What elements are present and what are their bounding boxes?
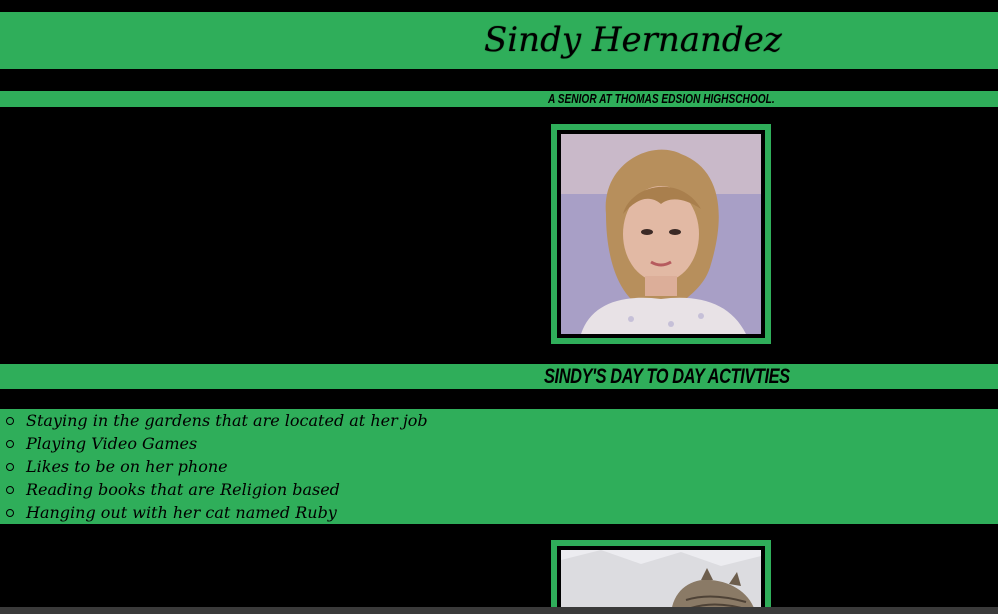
title-banner: Sindy Hernandez — [0, 12, 998, 69]
horizontal-scrollbar[interactable] — [0, 607, 998, 614]
portrait-photo — [561, 134, 761, 334]
list-item-text: Likes to be on her phone — [26, 457, 228, 476]
subtitle-banner: A senior at Thomas Edsion Highschool. — [0, 91, 998, 107]
list-item-text: Playing Video Games — [26, 434, 198, 453]
page-title: Sindy Hernandez — [484, 20, 782, 60]
list-item: Likes to be on her phone — [0, 455, 998, 478]
hollow-circle-bullet-icon — [6, 509, 14, 517]
list-item-text: Staying in the gardens that are located … — [26, 411, 428, 430]
cat-illustration — [561, 550, 761, 614]
list-item: Staying in the gardens that are located … — [0, 409, 998, 432]
activities-panel: Staying in the gardens that are located … — [0, 409, 998, 524]
list-item: Hanging out with her cat named Ruby — [0, 501, 998, 524]
hollow-circle-bullet-icon — [6, 463, 14, 471]
list-item: Reading books that are Religion based — [0, 478, 998, 501]
page-subtitle: A senior at Thomas Edsion Highschool. — [548, 91, 775, 106]
activities-list: Staying in the gardens that are located … — [0, 409, 998, 524]
hollow-circle-bullet-icon — [6, 417, 14, 425]
list-item-text: Reading books that are Religion based — [26, 480, 340, 499]
portrait-frame — [551, 124, 771, 344]
page: Sindy Hernandez A senior at Thomas Edsio… — [0, 0, 998, 614]
list-item: Playing Video Games — [0, 432, 998, 455]
cat-photo-frame — [551, 540, 771, 614]
portrait-illustration — [561, 134, 761, 334]
activities-heading-banner: Sindy's Day to Day Activties — [0, 364, 998, 389]
cat-photo-frame-inner — [557, 546, 765, 614]
list-item-text: Hanging out with her cat named Ruby — [26, 503, 337, 522]
hollow-circle-bullet-icon — [6, 440, 14, 448]
cat-photo — [561, 550, 761, 614]
activities-heading: Sindy's Day to Day Activties — [544, 365, 790, 388]
hollow-circle-bullet-icon — [6, 486, 14, 494]
portrait-frame-inner — [557, 130, 765, 338]
